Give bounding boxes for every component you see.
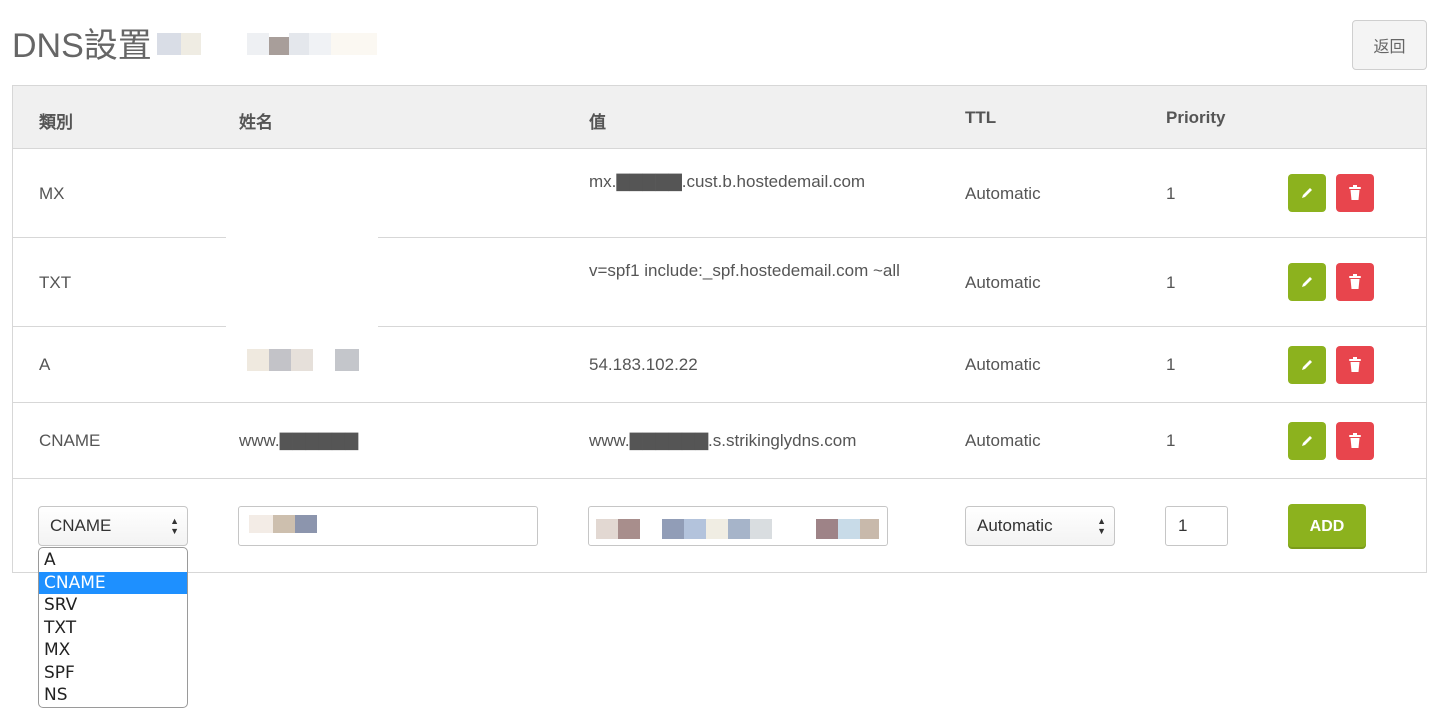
record-ttl: Automatic [965,273,1041,292]
redacted-domain [157,33,377,55]
trash-icon [1349,274,1361,289]
record-ttl: Automatic [965,431,1041,450]
pencil-icon [1302,360,1312,370]
edit-button[interactable] [1288,422,1326,460]
record-value: 54.183.102.22 [589,355,698,374]
delete-button[interactable] [1336,346,1374,384]
delete-button[interactable] [1336,174,1374,212]
dropdown-option[interactable]: MX [39,639,187,662]
priority-input[interactable]: 1 [1165,506,1228,546]
type-dropdown-list: A CNAME SRV TXT MX SPF NS [38,547,188,708]
header-value: 值 [589,113,606,132]
record-type: TXT [39,273,72,292]
value-input[interactable] [588,506,888,546]
record-priority: 1 [1166,431,1176,450]
record-priority: 1 [1166,184,1176,203]
pencil-icon [1302,188,1312,198]
header-priority: Priority [1166,108,1226,127]
record-type: A [39,355,51,374]
ttl-select-value: Automatic [977,516,1053,535]
record-value: v=spf1 include:_spf.hostedemail.com ~all [589,261,900,280]
record-priority: 1 [1166,273,1176,292]
record-ttl: Automatic [965,184,1041,203]
table-header: 類別 姓名 值 TTL Priority [13,86,1426,149]
add-button[interactable]: ADD [1288,504,1366,549]
record-value: mx.▇▇▇▇▇.cust.b.hostedemail.com [589,172,866,191]
header-ttl: TTL [965,108,997,127]
name-input[interactable] [238,506,538,546]
redaction-mask [226,236,378,328]
type-select[interactable]: CNAME ▲ ▼ [38,506,188,546]
dropdown-option[interactable]: A [39,549,187,572]
record-value: www.▇▇▇▇▇▇.s.strikinglydns.com [589,431,857,450]
select-arrows-icon: ▲ ▼ [1097,516,1106,536]
redacted-input-value [249,515,317,533]
delete-button[interactable] [1336,422,1374,460]
header-name: 姓名 [239,113,273,132]
edit-button[interactable] [1288,346,1326,384]
header-type: 類別 [39,113,73,132]
dns-records-table: 類別 姓名 值 TTL Priority MX mx.▇▇▇▇▇.cust.b.… [12,85,1427,573]
trash-icon [1349,433,1361,448]
dropdown-option[interactable]: TXT [39,617,187,640]
record-type: MX [39,184,65,203]
delete-button[interactable] [1336,263,1374,301]
back-button[interactable]: 返回 [1352,20,1427,70]
redacted-name [247,349,359,371]
record-type: CNAME [39,431,101,450]
record-name: www.▇▇▇▇▇▇ [239,431,359,450]
trash-icon [1349,357,1361,372]
dropdown-option[interactable]: SRV [39,594,187,617]
ttl-select[interactable]: Automatic ▲ ▼ [965,506,1115,546]
trash-icon [1349,185,1361,200]
table-row: CNAME www.▇▇▇▇▇▇ www.▇▇▇▇▇▇.s.strikingly… [13,403,1426,479]
edit-button[interactable] [1288,263,1326,301]
pencil-icon [1302,436,1312,446]
select-arrows-icon: ▲ ▼ [170,516,179,536]
page-title: DNS設置 [12,27,152,65]
type-select-value: CNAME [50,516,112,535]
dropdown-option-selected[interactable]: CNAME [39,571,187,594]
record-priority: 1 [1166,355,1176,374]
table-row: TXT v=spf1 include:_spf.hostedemail.com … [13,238,1426,327]
redacted-input-value [596,519,881,539]
table-row: A 54.183.102.22 Automatic 1 [13,327,1426,403]
pencil-icon [1302,277,1312,287]
dropdown-option[interactable]: NS [39,684,187,707]
dropdown-option[interactable]: SPF [39,662,187,685]
edit-button[interactable] [1288,174,1326,212]
record-ttl: Automatic [965,355,1041,374]
table-row: MX mx.▇▇▇▇▇.cust.b.hostedemail.com Autom… [13,149,1426,238]
